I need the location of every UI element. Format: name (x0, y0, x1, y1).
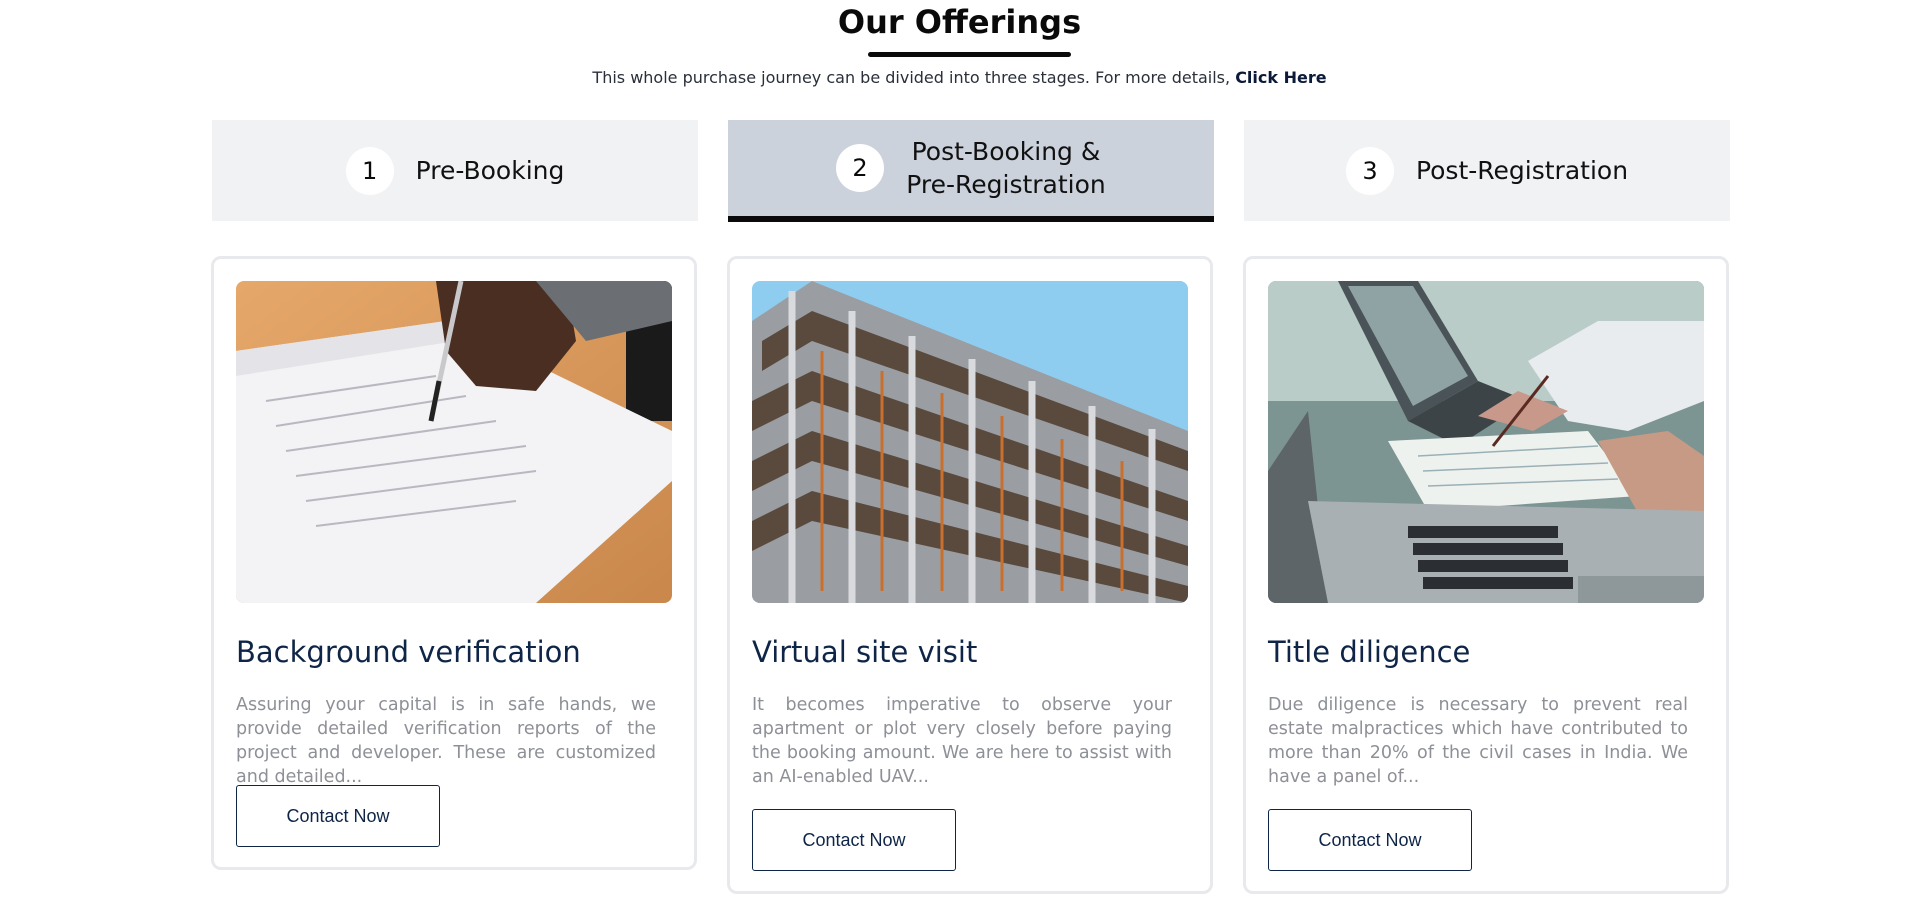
card-title: Title diligence (1268, 635, 1471, 669)
tab-label: Post-Booking & Pre-Registration (906, 137, 1106, 199)
subtitle-text: This whole purchase journey can be divid… (592, 68, 1231, 87)
offering-card-title-diligence: Title diligence Due diligence is necessa… (1243, 256, 1729, 894)
contract-signing-image (236, 281, 672, 603)
contact-now-button[interactable]: Contact Now (1268, 809, 1472, 871)
title-underline (868, 52, 1071, 57)
building-construction-image (752, 281, 1188, 603)
card-description: Due diligence is necessary to prevent re… (1268, 695, 1688, 787)
card-title: Virtual site visit (752, 635, 978, 669)
card-description: It becomes imperative to observe your ap… (752, 695, 1172, 787)
tab-number-badge: 1 (345, 146, 394, 195)
tab-number-badge: 3 (1345, 146, 1394, 195)
tab-label: Pre-Booking (415, 156, 565, 185)
tab-post-registration[interactable]: 3 Post-Registration (1244, 120, 1730, 221)
click-here-link[interactable]: Click Here (1235, 68, 1326, 87)
card-description: Assuring your capital is in safe hands, … (236, 695, 656, 787)
tab-pre-booking[interactable]: 1 Pre-Booking (212, 120, 698, 221)
offering-card-background-verification: Background verification Assuring your ca… (211, 256, 697, 870)
tab-post-booking-pre-registration[interactable]: 2 Post-Booking & Pre-Registration (728, 120, 1214, 222)
tab-number-badge: 2 (836, 144, 884, 192)
section-subtitle: This whole purchase journey can be divid… (0, 68, 1919, 88)
section-title: Our Offerings (837, 3, 1082, 41)
offering-card-virtual-site-visit: Virtual site visit It becomes imperative… (727, 256, 1213, 894)
card-title: Background verification (236, 635, 581, 669)
laptop-documents-image (1268, 281, 1704, 603)
contact-now-button[interactable]: Contact Now (236, 785, 440, 847)
contact-now-button[interactable]: Contact Now (752, 809, 956, 871)
tab-label: Post-Registration (1415, 156, 1629, 185)
